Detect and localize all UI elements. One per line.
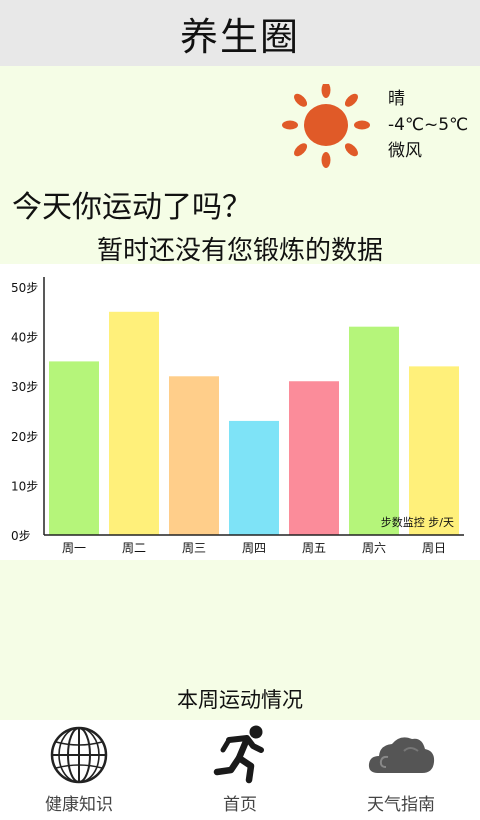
sun-ray bbox=[344, 143, 358, 157]
exercise-question: 今天你运动了吗？ bbox=[12, 190, 252, 225]
steps-bar-chart: 0步 10步 20步 30步 40步 50步周一 周二 周三 周四 周五 周六 周日 步数监控 步/天 bbox=[11, 277, 464, 555]
sun-ray bbox=[321, 84, 331, 98]
tab-health-knowledge[interactable]: 健康知识 bbox=[24, 720, 134, 820]
x-tick-label: 周日 bbox=[422, 541, 446, 555]
weather-temp: -4℃~5℃ bbox=[388, 115, 469, 135]
weather-wind: 微风 bbox=[388, 141, 422, 161]
cloud-icon bbox=[368, 737, 435, 773]
x-tick-label: 周二 bbox=[122, 541, 146, 555]
bar-1 bbox=[49, 361, 99, 535]
bar-4 bbox=[229, 420, 279, 535]
chart-unit-annotation: 步数监控 步/天 bbox=[381, 515, 454, 529]
y-tick-label: 40步 bbox=[11, 331, 38, 345]
no-data-message: 暂时还没有您锻炼的数据 bbox=[96, 236, 383, 266]
title-bar: 养生圈 bbox=[0, 0, 480, 66]
tab-label-weather: 天气指南 bbox=[367, 795, 435, 815]
sun-ray bbox=[294, 93, 308, 107]
sun-ray bbox=[344, 93, 358, 107]
weather-text: 晴 -4℃~5℃ 微风 bbox=[388, 86, 468, 164]
bar-2 bbox=[109, 311, 159, 535]
sun-core bbox=[304, 104, 348, 146]
tab-label-home: 首页 bbox=[223, 795, 257, 815]
tab-home[interactable]: 首页 bbox=[185, 720, 295, 820]
weather-condition: 晴 bbox=[388, 89, 405, 109]
x-tick-label: 周三 bbox=[182, 541, 206, 555]
y-tick-label: 50步 bbox=[11, 281, 38, 295]
tab-label-health: 健康知识 bbox=[45, 795, 113, 815]
sun-ray bbox=[294, 143, 308, 157]
bottom-tab-bar: 健康知识 首页 天气指南 bbox=[0, 720, 480, 820]
x-tick-label: 周六 bbox=[362, 541, 386, 555]
globe-icon bbox=[50, 726, 108, 784]
runner-icon bbox=[213, 725, 264, 784]
sun-ray bbox=[282, 120, 298, 130]
y-tick-label: 20步 bbox=[11, 430, 38, 444]
y-tick-label: 10步 bbox=[11, 479, 38, 493]
app-title: 养生圈 bbox=[179, 14, 300, 59]
y-tick-label: 0步 bbox=[11, 529, 31, 543]
bar-5 bbox=[289, 381, 339, 535]
weekly-label: 本周运动情况 bbox=[177, 688, 303, 712]
chart-panel: 0步 10步 20步 30步 40步 50步周一 周二 周三 周四 周五 周六 周日 步数监控 步/天 bbox=[0, 264, 480, 560]
tab-weather-guide[interactable]: 天气指南 bbox=[346, 720, 456, 820]
sun-ray bbox=[354, 120, 370, 130]
sun-icon bbox=[282, 84, 370, 168]
x-tick-label: 周五 bbox=[302, 541, 326, 555]
sun-ray bbox=[321, 152, 331, 168]
y-tick-label: 30步 bbox=[11, 380, 38, 394]
bar-6 bbox=[349, 326, 399, 535]
x-tick-label: 周一 bbox=[62, 541, 86, 555]
bar-3 bbox=[169, 376, 219, 535]
bar-7 bbox=[409, 366, 459, 535]
x-tick-label: 周四 bbox=[242, 541, 266, 555]
